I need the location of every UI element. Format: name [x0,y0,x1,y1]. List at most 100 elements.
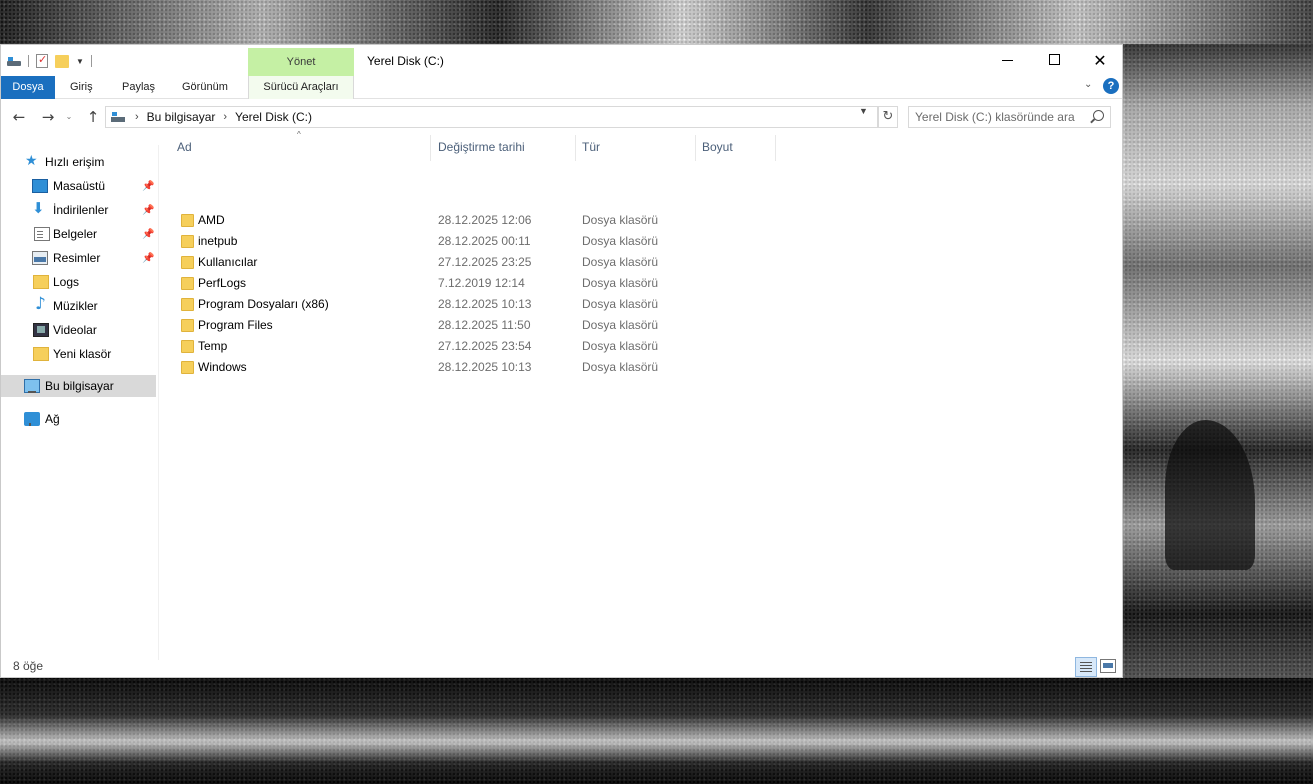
tab-file[interactable]: Dosya [1,76,55,99]
sidebar-item-network[interactable]: Ağ [1,408,156,430]
breadcrumb-this-pc[interactable]: Bu bilgisayar [147,110,216,124]
file-date: 27.12.2025 23:25 [438,255,532,269]
table-row[interactable]: Program Dosyaları (x86) 28.12.2025 10:13… [177,294,697,315]
maximize-button[interactable] [1031,45,1077,76]
window-title: Yerel Disk (C:) [367,54,444,68]
sidebar-item-logs[interactable]: Logs [1,271,156,293]
help-icon[interactable]: ? [1103,78,1119,94]
desktop-wallpaper-bottom [0,678,1313,784]
sidebar-item-this-pc[interactable]: Bu bilgisayar [1,375,156,397]
sidebar-item-label: Hızlı erişim [45,155,105,169]
table-row[interactable]: Program Files 28.12.2025 11:50 Dosya kla… [177,315,697,336]
file-type: Dosya klasörü [582,213,659,227]
file-name: AMD [198,213,225,227]
breadcrumb-local-disk[interactable]: Yerel Disk (C:) [235,110,312,124]
sidebar-item-documents[interactable]: Belgeler 📌 [1,223,156,245]
folder-icon [33,347,49,361]
sidebar-item-label: Bu bilgisayar [45,379,114,393]
address-history-dropdown-icon[interactable]: ▼ [859,106,868,116]
file-date: 28.12.2025 12:06 [438,213,532,227]
tab-view[interactable]: Görünüm [182,76,228,99]
folder-icon [181,277,194,290]
navigation-bar: ← → ⌄ ↑ › Bu bilgisayar › Yerel Disk (C:… [1,105,1122,129]
toolbar-separator [28,55,29,67]
file-date: 27.12.2025 23:54 [438,339,532,353]
videos-icon [33,323,49,337]
file-type: Dosya klasörü [582,276,659,290]
wallpaper-tree [1165,420,1255,570]
new-folder-icon[interactable] [55,54,69,68]
column-header-date-modified[interactable]: Değiştirme tarihi [432,135,576,161]
file-date: 28.12.2025 10:13 [438,360,532,374]
this-pc-icon [111,111,127,123]
folder-icon [181,340,194,353]
refresh-icon[interactable]: ↻ [878,106,898,128]
desktop-wallpaper-right [1123,44,1313,678]
pin-icon[interactable]: 📌 [142,229,154,240]
pin-icon[interactable]: 📌 [142,253,154,264]
minimize-button[interactable] [985,45,1031,76]
folder-icon [181,298,194,311]
pin-icon[interactable]: 📌 [142,205,154,216]
table-row[interactable]: AMD 28.12.2025 12:06 Dosya klasörü [177,210,697,231]
back-arrow-icon[interactable]: ← [9,106,29,128]
breadcrumb-separator-icon[interactable]: › [223,111,227,123]
search-box[interactable] [908,106,1111,128]
address-bar[interactable]: › Bu bilgisayar › Yerel Disk (C:) [105,106,878,128]
column-header-type[interactable]: Tür [576,135,696,161]
file-date: 28.12.2025 11:50 [438,318,531,332]
properties-icon[interactable] [36,53,48,68]
table-row[interactable]: inetpub 28.12.2025 00:11 Dosya klasörü [177,231,697,252]
sidebar-item-quick-access[interactable]: Hızlı erişim [1,151,156,173]
drive-icon[interactable] [7,56,21,66]
sidebar-item-label: Videolar [53,323,97,337]
breadcrumb-separator-icon[interactable]: › [135,111,139,123]
tab-share[interactable]: Paylaş [122,76,155,99]
tab-drive-tools[interactable]: Sürücü Araçları [248,76,354,99]
manage-contextual-tab[interactable]: Yönet [248,48,354,76]
sidebar-item-desktop[interactable]: Masaüstü 📌 [1,175,156,197]
sidebar-item-videos[interactable]: Videolar [1,319,156,341]
sidebar-item-label: Logs [53,275,80,289]
search-icon[interactable] [1093,110,1104,121]
file-name: PerfLogs [198,276,247,290]
sidebar-item-label: Müzikler [53,299,98,313]
desktop-wallpaper-top [0,0,1313,44]
sidebar-item-label: Ağ [45,412,60,426]
navigation-pane: Hızlı erişim Masaüstü 📌 İndirilenler 📌 B… [1,145,159,660]
maximize-icon [1049,54,1060,65]
sidebar-item-downloads[interactable]: İndirilenler 📌 [1,199,156,221]
item-count-status: 8 öğe [13,659,44,673]
search-input[interactable] [915,107,1090,127]
details-view-icon[interactable] [1075,657,1097,677]
forward-arrow-icon[interactable]: → [38,106,58,128]
table-row[interactable]: PerfLogs 7.12.2019 12:14 Dosya klasörü [177,273,697,294]
pin-icon[interactable]: 📌 [142,181,154,192]
network-icon [24,412,40,426]
file-name: Program Files [198,318,273,332]
customize-toolbar-dropdown-icon[interactable]: ▼ [76,57,84,66]
sidebar-item-pictures[interactable]: Resimler 📌 [1,247,156,269]
column-header-name[interactable]: Ad [171,135,431,161]
table-row[interactable]: Windows 28.12.2025 10:13 Dosya klasörü [177,357,697,378]
table-row[interactable]: Kullanıcılar 27.12.2025 23:25 Dosya klas… [177,252,697,273]
close-button[interactable]: ✕ [1077,45,1123,76]
file-explorer-window: ▼ Yönet Yerel Disk (C:) ✕ Dosya Giriş Pa… [0,44,1123,678]
ribbon-tabs: Dosya Giriş Paylaş Görünüm Sürücü Araçla… [1,76,1122,99]
minimize-icon [1002,60,1013,61]
expand-ribbon-chevron-icon[interactable]: ⌄ [1084,79,1092,90]
up-arrow-icon[interactable]: ↑ [83,106,103,128]
star-icon [25,152,41,169]
file-date: 28.12.2025 10:13 [438,297,532,311]
title-bar: ▼ Yönet Yerel Disk (C:) ✕ [1,45,1122,76]
recent-locations-chevron-icon[interactable]: ⌄ [62,106,76,128]
table-row[interactable]: Temp 27.12.2025 23:54 Dosya klasörü [177,336,697,357]
sidebar-item-new-folder[interactable]: Yeni klasör [1,343,156,365]
tab-home[interactable]: Giriş [70,76,93,99]
sidebar-item-music[interactable]: Müzikler [1,294,156,317]
large-icons-view-icon[interactable] [1100,659,1116,673]
column-header-size[interactable]: Boyut [696,135,776,161]
folder-icon [181,214,194,227]
file-type: Dosya klasörü [582,297,659,311]
file-type: Dosya klasörü [582,360,659,374]
